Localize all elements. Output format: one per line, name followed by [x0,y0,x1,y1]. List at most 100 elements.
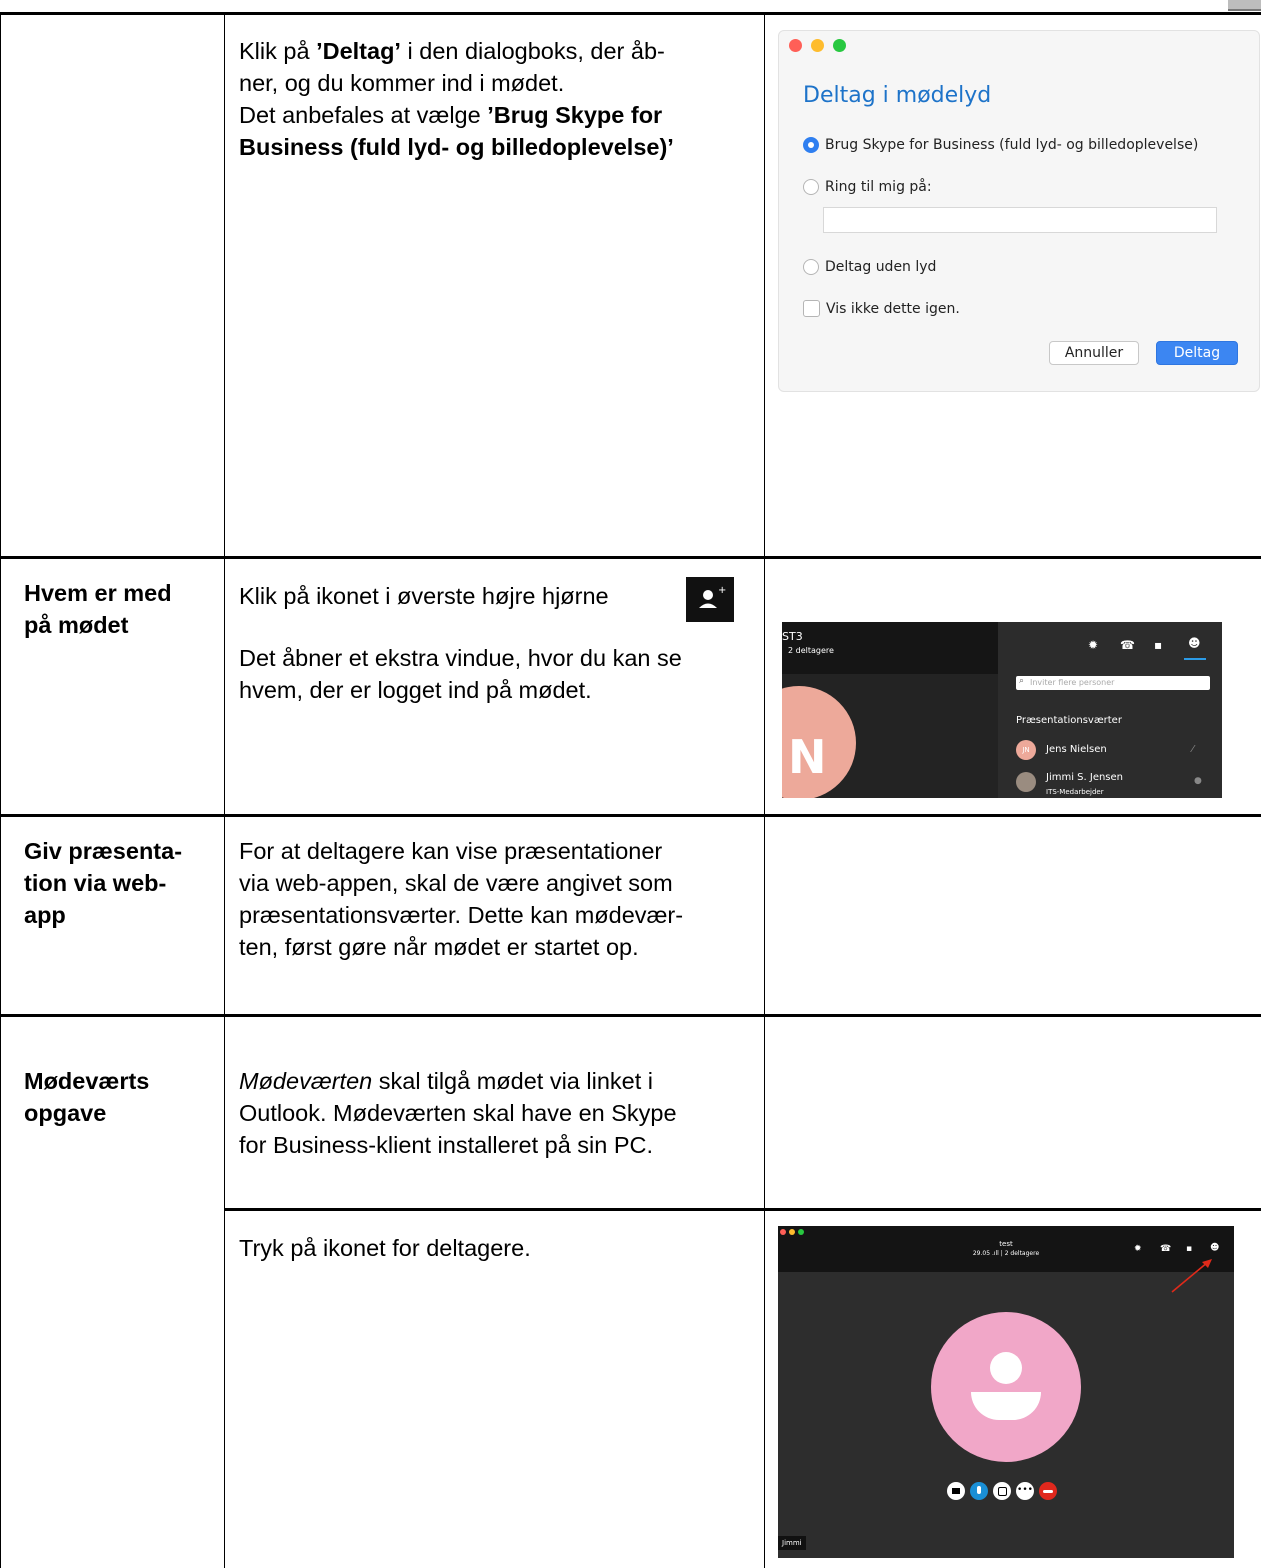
row2-line1: Klik på ikonet i øverste højre hjørne [239,583,609,609]
row4-label-line2: opgave [24,1100,107,1126]
search-placeholder: Inviter flere personer [1030,678,1115,687]
checkbox-icon[interactable] [803,300,820,317]
dont-show-again-label: Vis ikke dette igen. [826,300,960,317]
meeting-title: ST3 [782,630,803,643]
row2-para-line2: hvem, der er logget ind på mødet. [239,677,592,703]
option-no-audio-label: Deltag uden lyd [825,259,937,275]
row3-label-line2: tion via web- [24,870,167,896]
row2-label-line2: på mødet [24,612,129,638]
dont-show-again-checkbox[interactable]: Vis ikke dette igen. [803,300,960,317]
chat-icon[interactable]: ▪ [1154,638,1162,652]
minimize-window-icon [789,1229,795,1235]
close-window-icon [780,1229,786,1235]
section-heading: Præsentationsværter [1016,715,1122,726]
row2-label: Hvem er med på mødet [24,577,172,641]
row4-label-line1: Mødeværts [24,1068,150,1094]
option-skype-audio[interactable]: Brug Skype for Business (fuld lyd- og bi… [803,137,1198,153]
row4-para: Mødeværten skal tilgå mødet via linket i… [239,1065,677,1161]
row4-sub-text: Tryk på ikonet for deltagere. [239,1235,531,1261]
row-divider [0,1014,1261,1017]
row3-label: Giv præsenta- tion via web- app [24,835,182,931]
row-divider [0,556,1261,559]
option-call-me[interactable]: Ring til mig på: [803,179,932,195]
join-button[interactable]: Deltag [1156,341,1238,365]
table-left-border [0,12,1,1568]
text-run: Det anbefales at vælge [239,102,488,128]
participants-icon[interactable]: ☻ [1210,1243,1219,1253]
row2-label-line1: Hvem er med [24,580,172,606]
hangup-button[interactable] [1039,1482,1057,1500]
participants-count: 2 deltagere [788,646,834,655]
avatar [931,1312,1081,1462]
bold-term: ’Deltag’ [316,38,401,64]
mic-muted-icon: ⁄ [1192,744,1194,755]
text-run: ner, og du kommer ind i mødet. [239,70,565,96]
chat-icon[interactable]: ▪ [1186,1244,1192,1254]
more-button[interactable]: ••• [1016,1482,1034,1500]
add-participants-icon: + [686,577,734,622]
phone-icon[interactable]: ☎ [1120,638,1135,652]
participant-avatar: JN [1016,740,1036,760]
row1-line: Business (fuld lyd- og billedoplevelse)’ [239,131,754,163]
table-top-border [0,12,1261,15]
minimize-window-icon[interactable] [811,39,824,52]
radio-icon[interactable] [803,259,819,275]
participant-photo [1016,772,1036,792]
video-button[interactable] [947,1482,965,1500]
row3-para-line4: ten, først gøre når mødet er startet op. [239,934,639,960]
participant-role: ITS-Medarbejder [1046,788,1104,796]
zoom-window-icon[interactable] [833,39,846,52]
participant-name: Jens Nielsen [1046,744,1107,755]
cancel-button[interactable]: Annuller [1049,341,1139,365]
participants-icon[interactable]: ☻ [1188,636,1201,650]
settings-icon[interactable]: ✹ [1088,638,1098,652]
row4-para-line1-rest: skal tilgå mødet via linket i [372,1068,654,1094]
name-tag: Jimmi [778,1536,806,1550]
column-divider [764,12,765,1568]
join-audio-dialog: Deltag i mødelyd Brug Skype for Business… [778,30,1260,392]
row-divider [0,814,1261,817]
radio-selected-icon[interactable] [803,137,819,153]
share-button[interactable] [993,1482,1011,1500]
row3-para-line3: præsentationsværter. Dette kan mødevær- [239,902,684,928]
svg-text:+: + [718,585,726,596]
row2-para-line1: Det åbner et ekstra vindue, hvor du kan … [239,645,682,671]
phone-icon[interactable]: ☎ [1160,1244,1171,1254]
row4-para-line2: Outlook. Mødeværten skal have en Skype [239,1100,677,1126]
column-divider [224,12,225,1568]
row1-line: Det anbefales at vælge ’Brug Skype for [239,99,754,131]
arrow-annotation [1171,1259,1212,1293]
active-tab-underline [1184,658,1206,660]
row3-para: For at deltagere kan vise præsentationer… [239,835,683,963]
zoom-window-icon [798,1229,804,1235]
host-term: Mødeværten [239,1068,373,1094]
participant-name: Jimmi S. Jensen [1046,772,1124,783]
text-run: i den dialogboks, der åb- [400,38,665,64]
row-divider [225,1208,1261,1211]
row4-label: Mødeværts opgave [24,1065,149,1129]
close-window-icon[interactable] [789,39,802,52]
participants-screenshot: ST3 2 deltagere N ✹ ☎ ▪ ☻ ⌕ Inviter fler… [782,622,1222,798]
page-corner-mark [1228,0,1261,11]
text-run: Klik på [239,38,317,64]
dialog-title: Deltag i mødelyd [803,83,992,108]
settings-icon[interactable]: ✹ [1134,1244,1142,1254]
search-icon: ⌕ [1019,676,1025,686]
radio-icon[interactable] [803,179,819,195]
mic-icon: ● [1194,776,1202,786]
meeting-window-screenshot: test 29.05 .ıll | 2 deltagere ✹ ☎ ▪ ☻ ••… [778,1226,1234,1558]
row2-para: Det åbner et ekstra vindue, hvor du kan … [239,642,682,706]
avatar-letter: N [788,730,827,784]
row3-para-line2: via web-appen, skal de være angivet som [239,870,673,896]
bold-term: Business (fuld lyd- og billedoplevelse)’ [239,134,674,160]
row3-label-line3: app [24,902,66,928]
row1-line: ner, og du kommer ind i mødet. [239,67,754,99]
mic-button[interactable] [970,1482,988,1500]
row1-line: Klik på ’Deltag’ i den dialogboks, der å… [239,35,754,67]
invite-search-input[interactable]: ⌕ Inviter flere personer [1016,676,1210,690]
option-call-me-label: Ring til mig på: [825,179,932,195]
option-skype-audio-label: Brug Skype for Business (fuld lyd- og bi… [825,137,1199,153]
option-no-audio[interactable]: Deltag uden lyd [803,259,936,275]
phone-number-input[interactable] [823,207,1217,233]
row3-para-line1: For at deltagere kan vise præsentationer [239,838,663,864]
